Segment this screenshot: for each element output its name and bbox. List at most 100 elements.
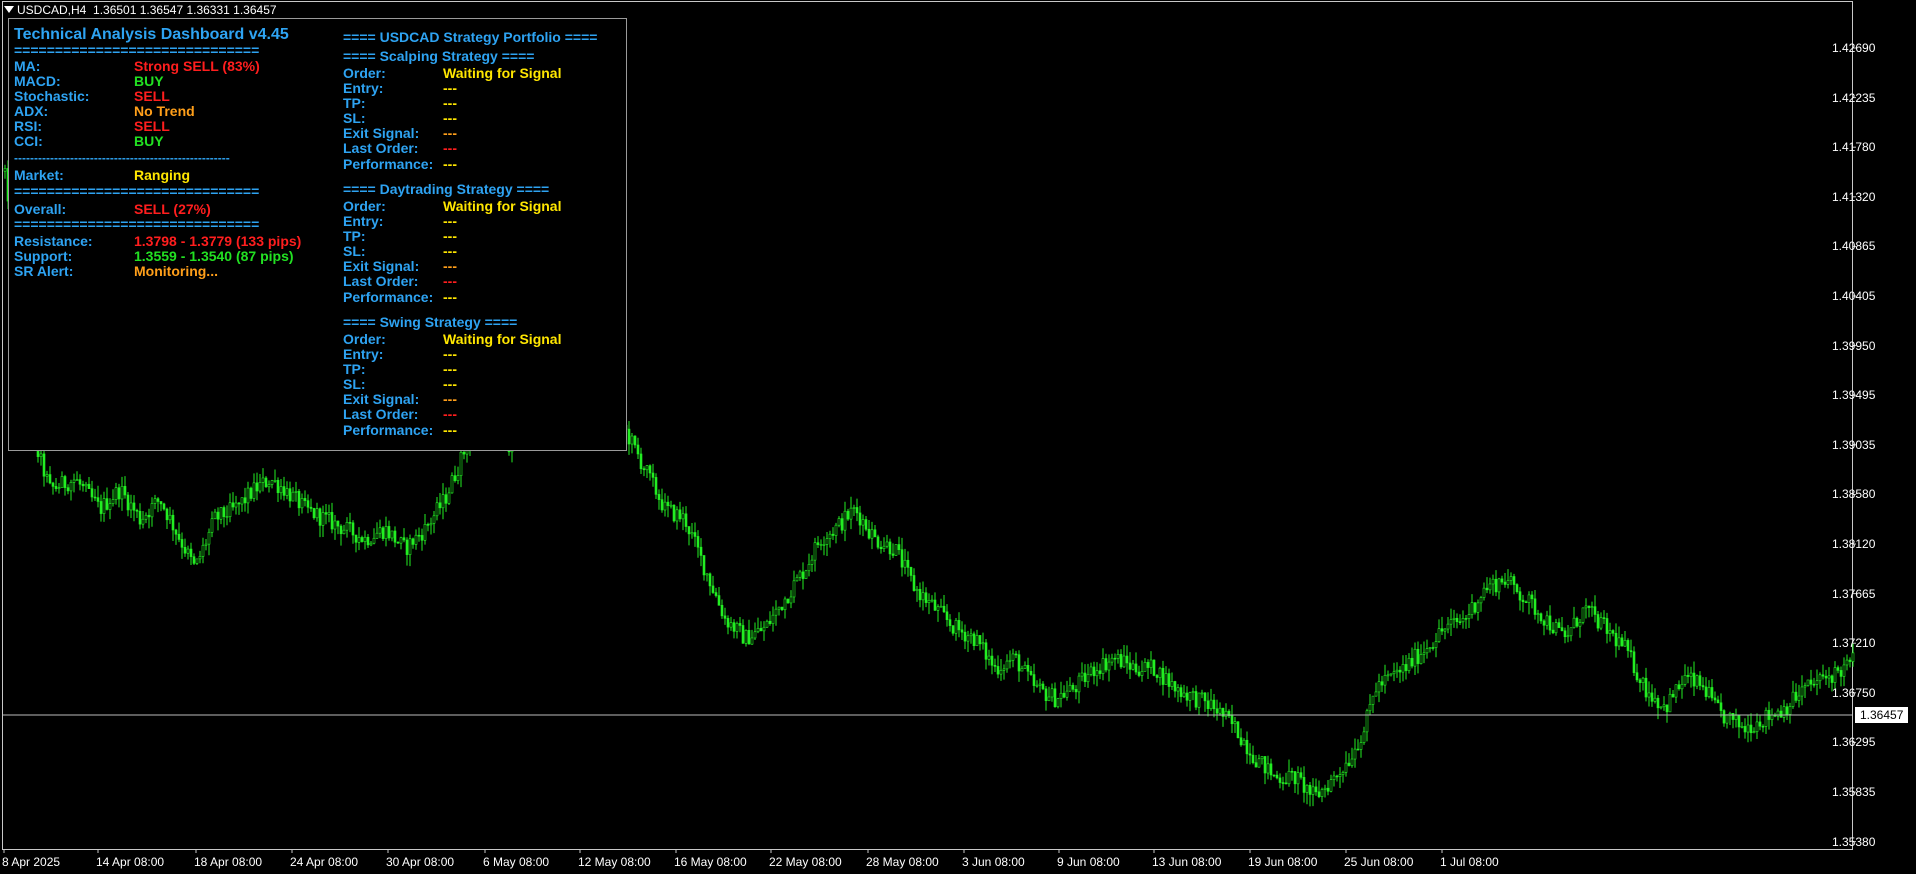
candle-body [813, 542, 817, 561]
candle-body [750, 637, 754, 645]
candle-body [126, 494, 130, 511]
time-tick-label: 3 Jun 08:00 [962, 855, 1025, 869]
candle-body [1815, 680, 1819, 685]
candle-body [195, 558, 199, 564]
candle-body [897, 544, 901, 551]
candle-body [1671, 693, 1675, 698]
candle-body [282, 486, 286, 496]
candle-body [1044, 688, 1048, 701]
stochastic-value: SELL [134, 88, 170, 104]
price-tick-label: 1.41320 [1832, 189, 1876, 204]
candle-body [1170, 681, 1174, 687]
candle-body [318, 508, 322, 526]
candle-body [798, 571, 802, 578]
candle-body [1680, 684, 1684, 690]
candle-body [792, 580, 796, 598]
candle-body [1242, 739, 1246, 746]
candle-body [1224, 710, 1228, 717]
price-tick-label: 1.42690 [1832, 41, 1876, 55]
candle-body [873, 529, 877, 538]
candle-body [114, 487, 118, 500]
symbol-header[interactable]: USDCAD,H4 1.36501 1.36547 1.36331 1.3645… [4, 3, 277, 17]
candle-body [1389, 673, 1393, 676]
swing-performance: --- [443, 422, 457, 438]
candle-body [357, 537, 361, 543]
candle-body [660, 499, 664, 511]
candle-body [858, 512, 862, 526]
candle-body [1329, 779, 1333, 792]
candle-body [789, 596, 793, 604]
candle-body [387, 526, 391, 539]
candle-body [1827, 675, 1831, 679]
candle-body [1647, 692, 1651, 698]
candle-body [654, 477, 658, 495]
price-tick-label: 1.39035 [1832, 437, 1876, 452]
candle-body [783, 598, 787, 611]
candle-body [1692, 672, 1696, 687]
candle-body [1299, 772, 1303, 778]
candle-body [228, 502, 232, 518]
sr-alert-value: Monitoring... [134, 263, 218, 279]
candle-body [1290, 770, 1294, 773]
candle-body [186, 548, 190, 554]
candle-body [1548, 615, 1552, 631]
candle-body [312, 508, 316, 519]
candle-body [342, 529, 346, 535]
candle-body [237, 502, 241, 505]
candle-body [1128, 662, 1132, 670]
candle-body [822, 544, 826, 546]
candle-body [162, 503, 166, 510]
candle-body [159, 501, 163, 505]
candle-body [771, 614, 775, 624]
swing-order: Waiting for Signal [443, 331, 562, 347]
candle-body [1281, 782, 1285, 784]
candle-body [900, 549, 904, 568]
candle-body [1752, 731, 1756, 734]
candle-body [1332, 775, 1336, 780]
daytrading-entry: --- [443, 213, 457, 229]
candle-body [1707, 687, 1711, 697]
candle-body [72, 479, 76, 483]
candle-body [711, 585, 715, 593]
candle-body [39, 453, 43, 457]
candle-body [1683, 675, 1687, 685]
market-value: Ranging [134, 167, 190, 183]
candle-body [1575, 617, 1579, 627]
candle-body [360, 537, 364, 542]
dropdown-triangle-icon[interactable] [4, 6, 14, 13]
candle-body [1263, 756, 1267, 774]
candle-body [828, 533, 832, 539]
candle-body [1362, 731, 1366, 743]
candle-body [351, 522, 355, 536]
resistance-value: 1.3798 - 1.3779 (133 pips) [134, 233, 302, 249]
candle-body [408, 538, 412, 555]
candle-body [1125, 655, 1129, 664]
tp-label: TP: [343, 95, 366, 111]
candle-body [1353, 748, 1357, 760]
candle-body [108, 503, 112, 510]
candle-body [1029, 670, 1033, 675]
candle-body [852, 507, 856, 509]
candle-body [777, 606, 781, 610]
candle-body [633, 435, 637, 446]
exit-signal-label: Exit Signal: [343, 258, 420, 274]
candle-body [1782, 706, 1786, 718]
candle-body [1404, 664, 1408, 671]
candle-body [438, 502, 442, 509]
candle-body [930, 599, 934, 602]
candle-body [1785, 706, 1789, 715]
candle-body [381, 527, 385, 539]
candle-body [906, 559, 910, 568]
candle-body [1686, 675, 1690, 677]
candle-body [1554, 622, 1558, 634]
support-value: 1.3559 - 1.3540 (87 pips) [134, 248, 294, 264]
candle-body [1560, 627, 1564, 632]
candle-body [1212, 699, 1216, 710]
candle-body [945, 611, 949, 620]
candle-body [201, 544, 205, 557]
candle-body [48, 474, 52, 484]
time-tick-label: 8 Apr 2025 [2, 855, 61, 869]
time-tick-label: 30 Apr 08:00 [386, 855, 455, 869]
candle-body [1713, 697, 1717, 701]
candle-body [402, 537, 406, 541]
